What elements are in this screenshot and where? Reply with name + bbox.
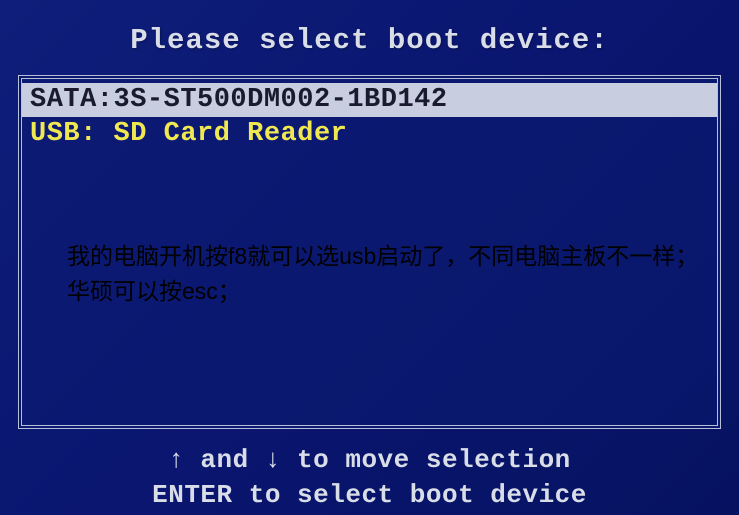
device-list-frame: SATA:3S-ST500DM002-1BD142 USB: SD Card R… [18,75,721,429]
boot-device-sata[interactable]: SATA:3S-ST500DM002-1BD142 [22,83,717,117]
up-down-arrows-icon: ↑ and ↓ [168,445,297,475]
device-label: USB: SD Card Reader [30,119,347,149]
hint-arrows-line: ↑ and ↓ to move selection [0,443,739,478]
boot-device-usb[interactable]: USB: SD Card Reader [22,117,717,151]
user-annotation-text: 我的电脑开机按f8就可以选usb启动了，不同电脑主板不一样；华硕可以按esc； [67,239,707,308]
navigation-hints: ↑ and ↓ to move selection ENTER to selec… [0,429,739,513]
hint-select-text: to select boot device [249,480,587,510]
hint-enter-line: ENTER to select boot device [0,478,739,513]
hint-move-text: to move selection [297,445,571,475]
enter-key-label: ENTER [152,480,249,510]
bios-boot-menu: Please select boot device: SATA:3S-ST500… [0,0,739,515]
menu-title: Please select boot device: [0,0,739,75]
boot-device-list[interactable]: SATA:3S-ST500DM002-1BD142 USB: SD Card R… [22,79,717,155]
device-label: SATA:3S-ST500DM002-1BD142 [30,85,448,115]
